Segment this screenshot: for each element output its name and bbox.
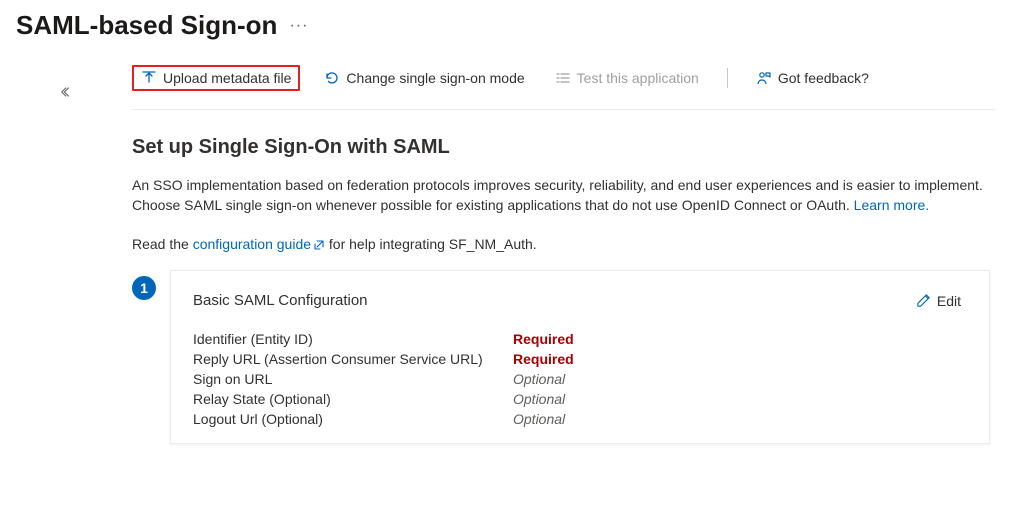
card-title: Basic SAML Configuration — [193, 292, 368, 309]
toolbar-divider — [727, 68, 728, 88]
feedback-person-icon — [756, 70, 772, 86]
step-badge: 1 — [132, 276, 156, 300]
config-row-label: Sign on URL — [193, 371, 513, 387]
card-header: Basic SAML Configuration Edit — [193, 289, 967, 313]
change-mode-label: Change single sign-on mode — [346, 70, 524, 86]
section-heading: Set up Single Sign-On with SAML — [132, 136, 995, 159]
config-row-label: Relay State (Optional) — [193, 391, 513, 407]
config-row-label: Identifier (Entity ID) — [193, 331, 513, 347]
config-row-label: Reply URL (Assertion Consumer Service UR… — [193, 351, 513, 367]
test-label: Test this application — [577, 70, 699, 86]
edit-label: Edit — [937, 293, 961, 309]
external-link-icon — [313, 239, 325, 251]
collapse-panel-icon[interactable] — [60, 85, 74, 102]
feedback-button[interactable]: Got feedback? — [750, 66, 875, 90]
card-wrapper: 1 Basic SAML Configuration Edit Identifi… — [132, 270, 995, 444]
page-title: SAML-based Sign-on — [16, 10, 277, 41]
config-row-value: Required — [513, 331, 967, 347]
more-actions-icon[interactable]: ··· — [289, 17, 308, 35]
config-row-value: Optional — [513, 391, 967, 407]
config-row-value: Optional — [513, 371, 967, 387]
checklist-icon — [555, 70, 571, 86]
feedback-label: Got feedback? — [778, 70, 869, 86]
undo-icon — [324, 70, 340, 86]
pencil-icon — [916, 293, 931, 308]
config-row-value: Required — [513, 351, 967, 367]
change-mode-button[interactable]: Change single sign-on mode — [318, 66, 530, 90]
guide-text: Read the configuration guide for help in… — [132, 236, 995, 252]
description-text: An SSO implementation based on federatio… — [132, 175, 995, 216]
configuration-guide-link[interactable]: configuration guide — [193, 236, 325, 252]
upload-label: Upload metadata file — [163, 70, 291, 86]
basic-saml-card: Basic SAML Configuration Edit Identifier… — [170, 270, 990, 444]
learn-more-link[interactable]: Learn more. — [854, 197, 929, 213]
test-application-button: Test this application — [549, 66, 705, 90]
toolbar: Upload metadata file Change single sign-… — [132, 47, 995, 110]
guide-prefix: Read the — [132, 236, 193, 252]
config-table: Identifier (Entity ID)RequiredReply URL … — [193, 331, 967, 427]
edit-button[interactable]: Edit — [910, 289, 967, 313]
page-header: SAML-based Sign-on ··· — [0, 0, 1035, 47]
guide-suffix: for help integrating SF_NM_Auth. — [325, 236, 537, 252]
upload-metadata-button[interactable]: Upload metadata file — [132, 65, 300, 91]
config-row-label: Logout Url (Optional) — [193, 411, 513, 427]
config-row-value: Optional — [513, 411, 967, 427]
upload-icon — [141, 70, 157, 86]
main-column: Upload metadata file Change single sign-… — [60, 47, 1035, 444]
content-area: Upload metadata file Change single sign-… — [0, 47, 1035, 444]
